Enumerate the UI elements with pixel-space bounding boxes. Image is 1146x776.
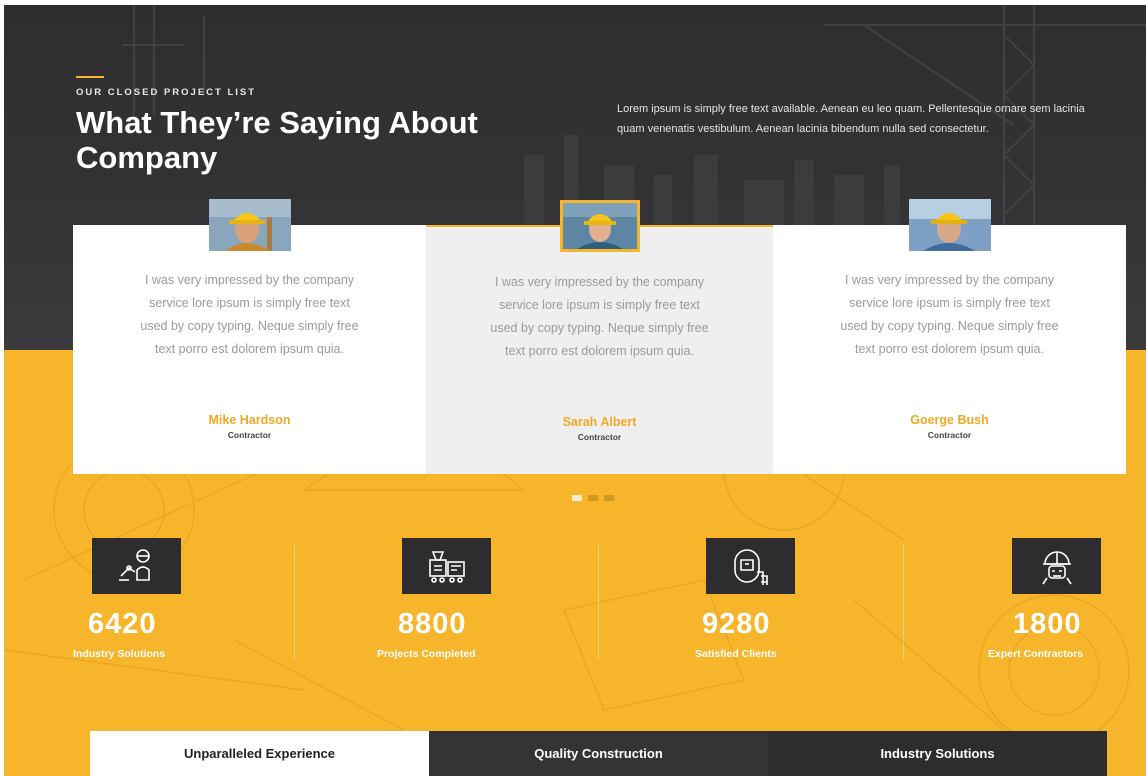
eyebrow-accent-line <box>76 76 104 78</box>
avatar <box>559 200 640 252</box>
testimonial-quote: I was very impressed by the company serv… <box>490 275 709 358</box>
avatar <box>208 199 291 251</box>
section-intro-text: Lorem ipsum is simply free text availabl… <box>617 103 1085 135</box>
stat-value: 6420 <box>88 608 157 640</box>
stat-value: 8800 <box>398 608 467 640</box>
stat-label: Projects Completed <box>377 648 476 660</box>
feature-tabs: Unparalleled Experience Quality Construc… <box>90 731 1107 776</box>
carousel-dot[interactable] <box>572 495 582 501</box>
stat-label: Industry Solutions <box>73 648 166 660</box>
electric-plug-icon <box>706 538 795 594</box>
stat-label: Expert Contractors <box>988 648 1084 660</box>
section-heading: What They’re Saying About Company <box>76 105 478 175</box>
testimonial-quote: I was very impressed by the company serv… <box>140 273 359 356</box>
engineer-robot-arm-icon <box>92 538 181 594</box>
stat-divider <box>294 545 295 660</box>
stat-divider <box>903 545 904 660</box>
testimonial-card: I was very impressed by the company serv… <box>773 199 1126 474</box>
carousel-dot[interactable] <box>588 495 598 501</box>
industrial-machine-icon <box>402 538 491 594</box>
stat-divider <box>598 545 599 660</box>
tab-industry-solutions[interactable]: Industry Solutions <box>768 731 1107 776</box>
stat-value: 9280 <box>702 608 771 640</box>
tab-quality-construction[interactable]: Quality Construction <box>429 731 768 776</box>
testimonial-author-name: Mike Hardson <box>208 413 291 427</box>
testimonial-quote: I was very impressed by the company serv… <box>840 273 1059 356</box>
testimonial-author-role: Contractor <box>577 432 622 442</box>
worker-helmet-icon <box>1012 538 1101 594</box>
stat-label: Satisfied Clients <box>695 648 777 660</box>
tab-unparalleled-experience[interactable]: Unparalleled Experience <box>90 731 429 776</box>
testimonial-card: I was very impressed by the company serv… <box>73 199 426 474</box>
testimonial-author-name: Sarah Albert <box>562 415 637 429</box>
section-eyebrow: OUR CLOSED PROJECT LIST <box>76 87 257 98</box>
testimonial-author-name: Goerge Bush <box>910 413 989 427</box>
testimonial-author-role: Contractor <box>227 430 272 440</box>
stat-value: 1800 <box>1013 608 1082 640</box>
carousel-dot[interactable] <box>604 495 614 501</box>
avatar <box>908 199 991 251</box>
testimonial-card: I was very impressed by the company serv… <box>426 200 773 474</box>
carousel-pagination <box>572 495 614 501</box>
testimonial-author-role: Contractor <box>927 430 972 440</box>
